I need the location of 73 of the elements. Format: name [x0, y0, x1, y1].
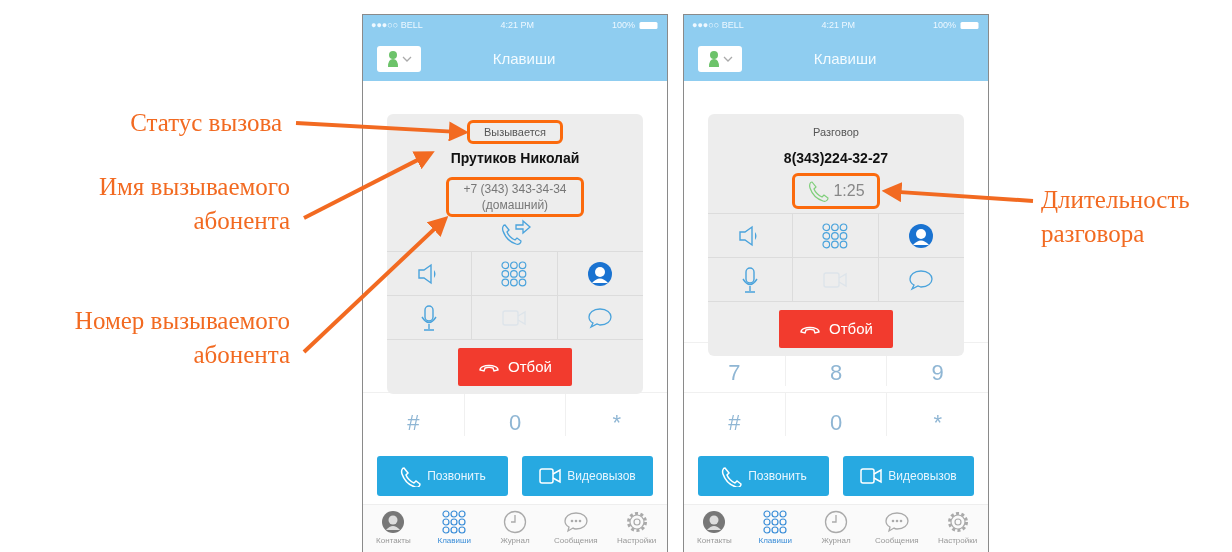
tab-item[interactable]: Контакты: [684, 505, 745, 552]
contacts-icon[interactable]: [381, 510, 406, 535]
tab-item[interactable]: Сообщения: [545, 505, 607, 552]
annotation-label: Имя вызываемого абонента: [98, 172, 290, 236]
clock-label: 4:21 PM: [500, 19, 535, 33]
annotation-label: Длительность разговора: [1041, 185, 1191, 249]
action-cell[interactable]: [708, 214, 794, 259]
clock-icon[interactable]: [824, 510, 848, 535]
keypad-icon[interactable]: [763, 510, 788, 535]
tab-item[interactable]: Сообщения: [866, 505, 928, 552]
phone-icon: [399, 465, 422, 488]
caret-icon: [722, 55, 733, 62]
action-cell[interactable]: [472, 252, 558, 297]
chat-bubble-icon[interactable]: [883, 510, 910, 535]
carrier-label: ●●●○○ BELL: [692, 19, 744, 33]
battery-icon: [639, 21, 659, 31]
dial-key[interactable]: 8: [829, 360, 843, 387]
video-camera-icon: [860, 467, 883, 486]
caller-name: 8(343)224-32-27: [782, 149, 890, 169]
dial-key[interactable]: #: [407, 410, 420, 437]
screen-title: Клавиши: [491, 48, 557, 69]
tab-item[interactable]: Журнал: [484, 505, 546, 552]
action-cell[interactable]: [708, 258, 794, 303]
annotation-label: Статус вызова: [129, 108, 282, 138]
tab-item[interactable]: Журнал: [805, 505, 867, 552]
tab-item[interactable]: Клавиши: [423, 505, 485, 552]
dial-key[interactable]: *: [933, 410, 942, 437]
settings-icon[interactable]: [945, 510, 970, 535]
battery-label: 100%: [611, 19, 635, 33]
account-selector[interactable]: [698, 45, 742, 72]
call-duration: 1:25: [833, 181, 865, 202]
video-call-button[interactable]: Видеовызов: [843, 456, 974, 497]
contacts-icon[interactable]: [702, 510, 727, 535]
carrier-label: ●●●○○ BELL: [371, 19, 423, 33]
clock-icon[interactable]: [503, 510, 527, 535]
person-icon: [707, 49, 720, 68]
chat-bubble-icon[interactable]: [562, 510, 589, 535]
action-cell[interactable]: [387, 296, 473, 341]
hangup-button[interactable]: Отбой: [779, 310, 893, 349]
clock-label: 4:21 PM: [821, 19, 856, 33]
battery-label: 100%: [932, 19, 956, 33]
video-camera-icon: [539, 467, 562, 486]
number-line: (домашний): [480, 197, 550, 214]
dial-key[interactable]: #: [728, 410, 741, 437]
dial-key[interactable]: 9: [931, 360, 944, 387]
hangup-button[interactable]: Отбой: [458, 348, 572, 387]
battery-icon: [960, 21, 980, 31]
screen-title: Клавиши: [812, 48, 878, 69]
tab-item[interactable]: Настройки: [927, 505, 988, 552]
caret-icon: [401, 55, 412, 62]
action-cell[interactable]: [793, 214, 879, 259]
settings-icon[interactable]: [624, 510, 649, 535]
call-status: Разговор: [812, 124, 860, 140]
video-call-button[interactable]: Видеовызов: [522, 456, 653, 497]
tab-item[interactable]: Клавиши: [744, 505, 806, 552]
person-icon: [386, 49, 399, 68]
action-cell[interactable]: [387, 252, 473, 297]
call-button[interactable]: Позвонить: [377, 456, 508, 497]
dial-key[interactable]: 0: [829, 410, 843, 437]
call-status: Вызывается: [466, 119, 564, 145]
phone-icon: [807, 179, 832, 204]
annotation-label: Номер вызываемого абонента: [73, 306, 290, 370]
tab-item[interactable]: Настройки: [606, 505, 667, 552]
dial-key[interactable]: 7: [728, 360, 741, 387]
number-line: +7 (343) 343-34-34: [463, 181, 567, 198]
account-selector[interactable]: [377, 45, 421, 72]
call-button[interactable]: Позвонить: [698, 456, 829, 497]
caller-name: Прутиков Николай: [449, 149, 581, 169]
dial-key[interactable]: 0: [508, 410, 522, 437]
keypad-icon[interactable]: [442, 510, 467, 535]
phone-icon: [720, 465, 743, 488]
dial-key[interactable]: *: [612, 410, 621, 437]
tab-item[interactable]: Контакты: [363, 505, 424, 552]
